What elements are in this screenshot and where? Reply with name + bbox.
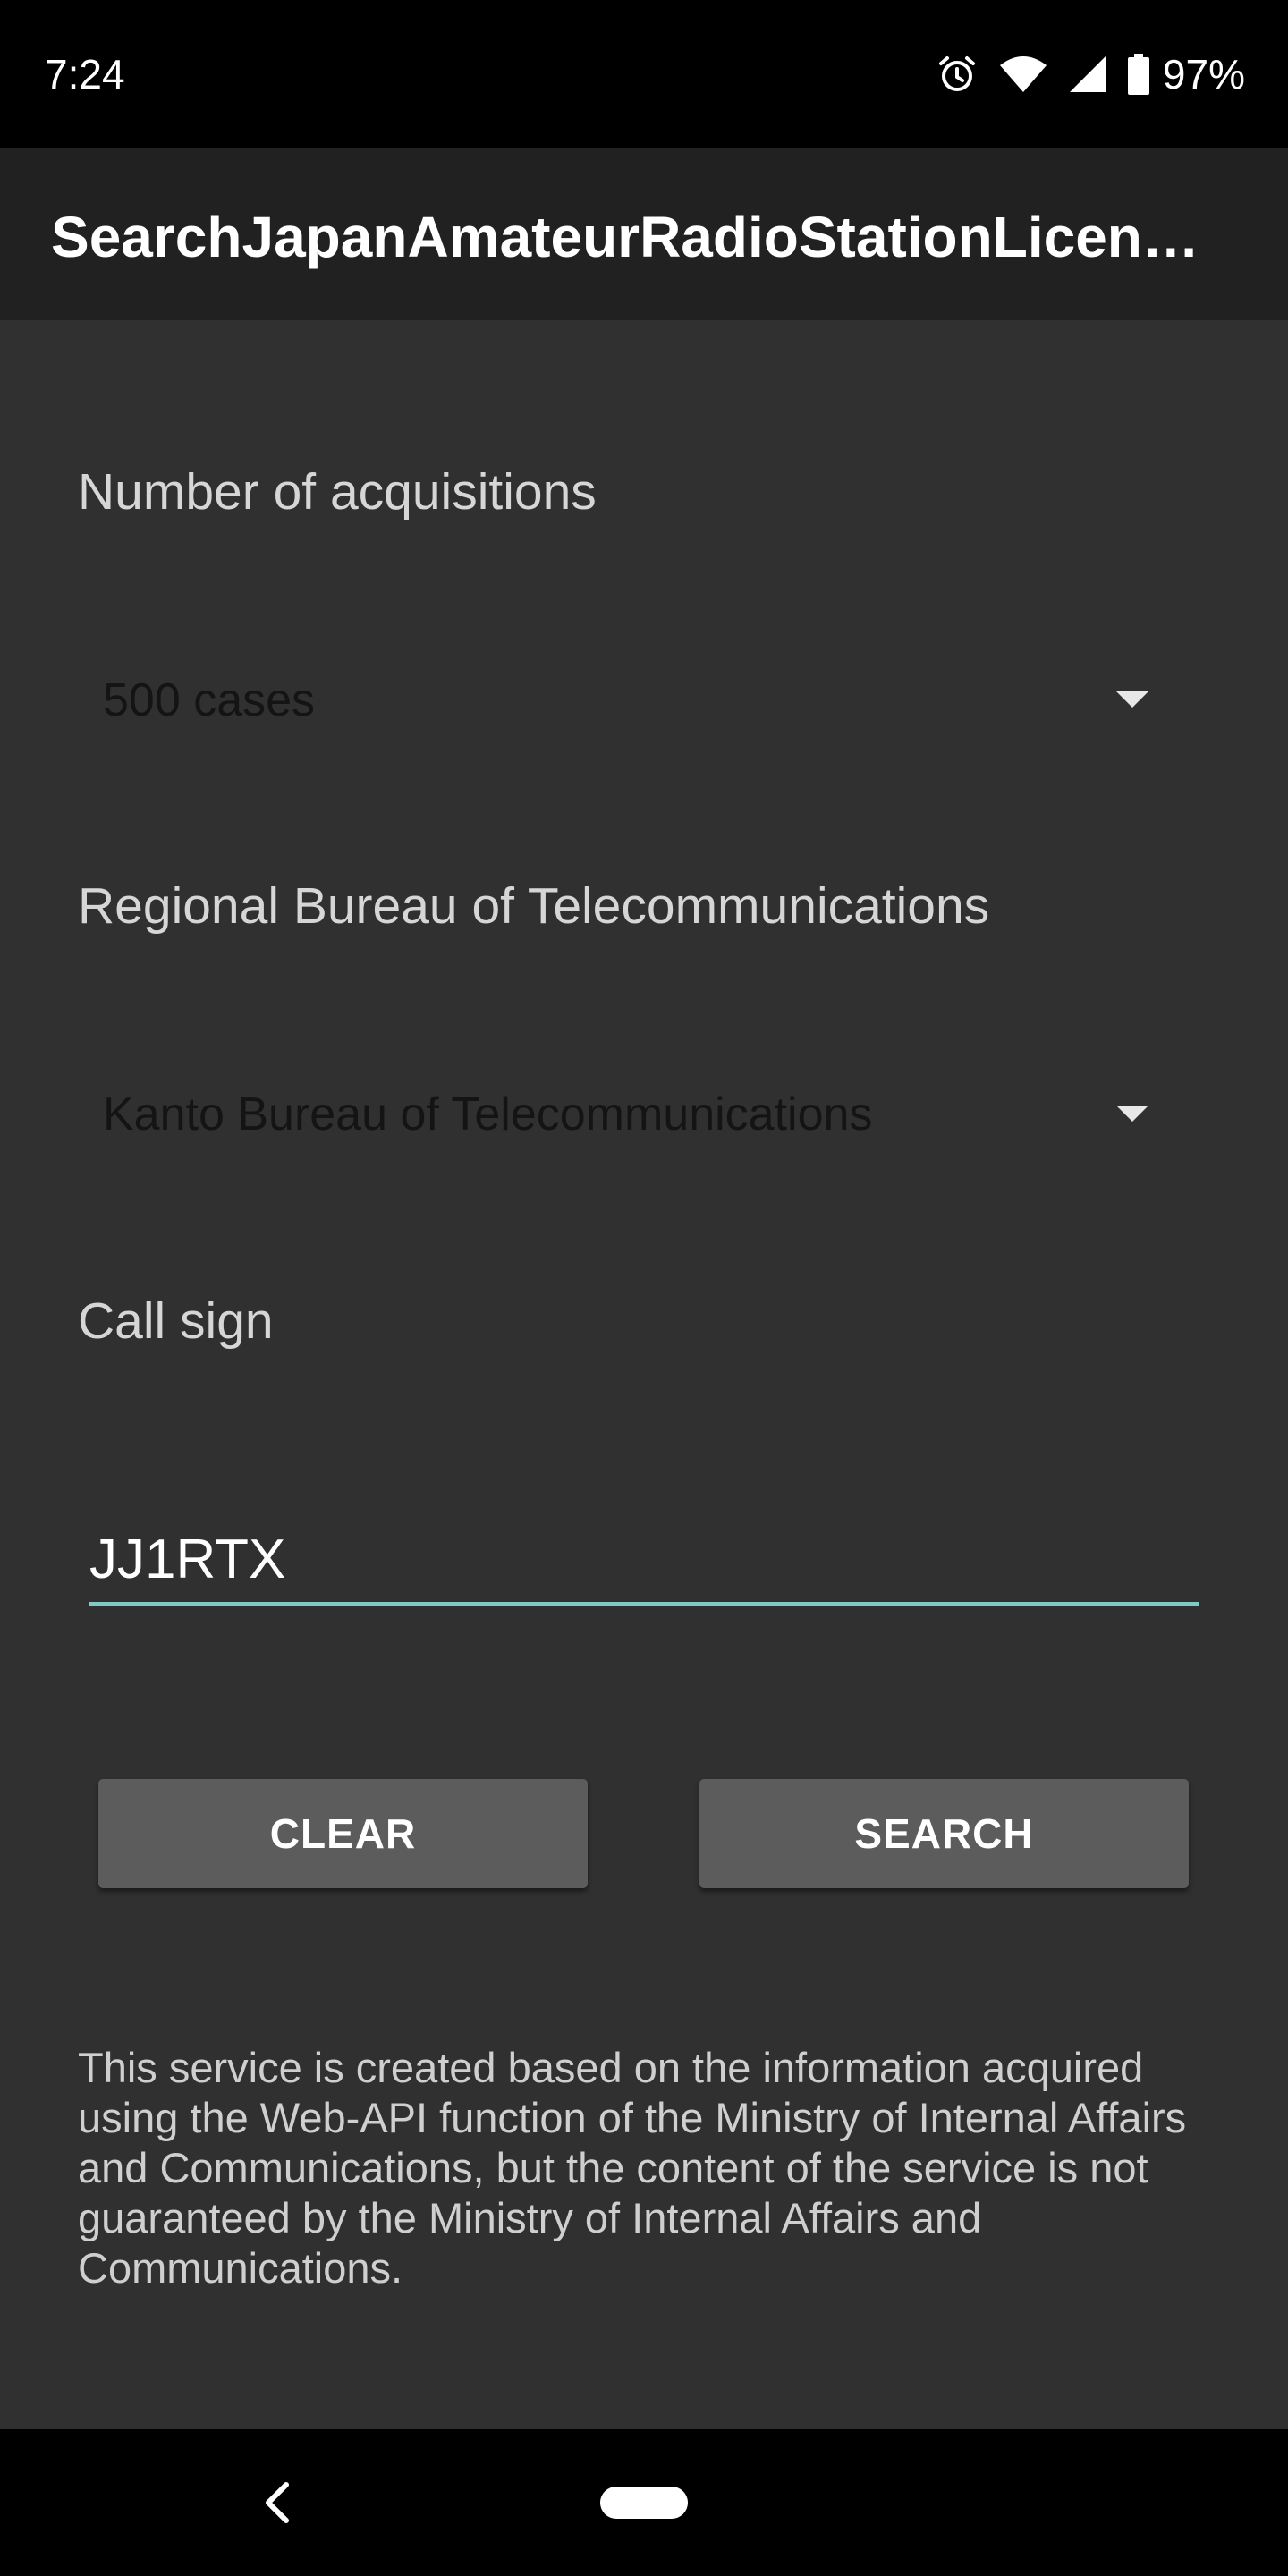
call-sign-label: Call sign — [78, 1292, 274, 1350]
call-sign-underline — [89, 1602, 1199, 1606]
acquisitions-selected: 500 cases — [103, 674, 316, 726]
acquisitions-label: Number of acquisitions — [78, 463, 597, 521]
navigation-bar — [0, 2429, 1288, 2576]
battery-percent: 97% — [1162, 51, 1245, 97]
home-pill-button[interactable] — [600, 2487, 688, 2519]
bureau-selected: Kanto Bureau of Telecommunications — [103, 1089, 873, 1140]
wifi-icon — [999, 56, 1046, 92]
battery-icon — [1127, 54, 1149, 95]
search-button[interactable]: SEARCH — [699, 1779, 1189, 1888]
acquisitions-dropdown[interactable]: 500 cases — [78, 644, 1178, 757]
clear-button[interactable]: CLEAR — [98, 1779, 588, 1888]
app-bar: SearchJapanAmateurRadioStationLicense — [0, 148, 1288, 320]
status-icons: 97% — [936, 47, 1245, 102]
dropdown-arrow-icon — [1116, 691, 1148, 708]
bureau-label: Regional Bureau of Telecommunications — [78, 877, 990, 935]
call-sign-input[interactable] — [89, 1524, 1199, 1596]
bureau-dropdown[interactable]: Kanto Bureau of Telecommunications — [78, 1058, 1178, 1171]
app-title: SearchJapanAmateurRadioStationLicense — [51, 205, 1205, 269]
call-sign-field[interactable] — [89, 1512, 1199, 1606]
back-icon[interactable] — [259, 2479, 295, 2526]
screen: 7:24 97% SearchJapanAmateurRadioStationL… — [0, 0, 1288, 2576]
disclaimer-text: This service is created based on the inf… — [78, 2044, 1187, 2292]
status-time: 7:24 — [45, 51, 125, 97]
status-bar: 7:24 97% — [0, 0, 1288, 148]
dropdown-arrow-icon — [1116, 1106, 1148, 1122]
cell-signal-icon — [1069, 56, 1106, 92]
alarm-icon — [938, 56, 975, 91]
